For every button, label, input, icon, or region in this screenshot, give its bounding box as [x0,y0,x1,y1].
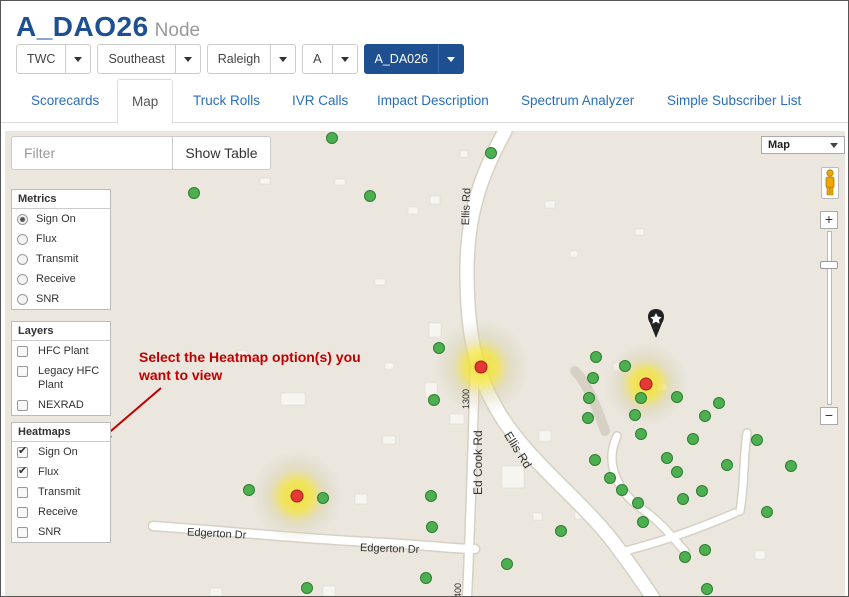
metric-option-label: SNR [36,293,60,305]
metric-option-receive[interactable]: Receive [12,269,110,289]
tab-map[interactable]: Map [117,79,174,124]
radio-icon[interactable] [17,294,28,305]
heatmaps-panel-title: Heatmaps [12,423,110,442]
tab-spectrum-analyzer[interactable]: Spectrum Analyzer [521,79,634,123]
chevron-down-icon[interactable] [439,45,463,73]
radio-icon[interactable] [17,274,28,285]
metrics-panel: Metrics Sign On Flux Transmit Receive SN… [11,189,111,310]
road-label-400: 400 [453,582,463,597]
layers-panel: Layers HFC Plant Legacy HFC Plant NEXRAD [11,321,111,416]
chevron-down-icon[interactable] [176,45,200,73]
tab-ivr-calls[interactable]: IVR Calls [292,79,348,123]
tab-bar: Scorecards Map Truck Rolls IVR Calls Imp… [1,79,848,124]
tab-impact-description[interactable]: Impact Description [377,79,489,123]
layer-option-legacy-hfc-plant[interactable]: Legacy HFC Plant [12,361,110,395]
heatmap-option-label: Transmit [38,486,81,498]
checkbox-icon[interactable] [17,444,28,458]
heatmap-option-snr[interactable]: SNR [12,522,110,542]
region-select[interactable]: Southeast [97,44,201,74]
chevron-down-icon[interactable] [66,45,90,73]
metric-option-flux[interactable]: Flux [12,229,110,249]
heatmap-option-label: SNR [38,526,62,538]
road-label-ed-cook-rd: Ed Cook Rd [471,430,485,495]
street-view-pegman-icon[interactable] [821,167,839,199]
hub-select-label: A [303,45,333,73]
location-pin-icon [648,309,664,338]
radio-icon[interactable] [17,214,28,225]
metric-option-label: Receive [36,273,76,285]
region-select-label: Southeast [98,45,176,73]
layer-option-label: Legacy HFC Plant [38,365,100,391]
filter-input[interactable]: Filter [11,136,173,170]
metrics-panel-title: Metrics [12,190,110,209]
layer-option-label: HFC Plant [38,345,89,357]
layer-option-nexrad[interactable]: NEXRAD [12,395,110,415]
show-table-button[interactable]: Show Table [172,136,271,170]
radio-icon[interactable] [17,234,28,245]
heatmap-option-label: Receive [38,506,78,518]
checkbox-icon[interactable] [17,464,28,478]
zoom-slider-track[interactable] [827,231,832,405]
chevron-down-icon[interactable] [333,45,357,73]
metric-option-label: Transmit [36,253,79,265]
checkbox-icon[interactable] [17,400,28,411]
tab-scorecards[interactable]: Scorecards [31,79,99,123]
company-select-label: TWC [17,45,67,73]
road-label-ellis-rd: Ellis Rd [460,187,474,226]
metric-option-snr[interactable]: SNR [12,289,110,309]
checkbox-icon[interactable] [17,527,28,538]
node-select-label: A_DA026 [365,45,440,73]
heatmap-annotation: Select the Heatmap option(s) you want to… [139,349,361,383]
checkbox-icon[interactable] [17,487,28,498]
market-select[interactable]: Raleigh [206,44,297,74]
market-select-label: Raleigh [208,45,272,73]
road-label-1300: 1300 [461,388,471,409]
layers-panel-title: Layers [12,322,110,341]
checkbox-icon[interactable] [17,346,28,357]
zoom-in-button[interactable]: + [820,211,838,229]
checkbox-icon[interactable] [17,507,28,518]
map-roads [99,131,797,596]
app-window: A_DAO26 Node TWC Southeast Raleigh A A_D… [0,0,849,597]
zoom-out-button[interactable]: − [820,407,838,425]
road-label-edgerton-dr-2: Edgerton Dr [359,541,420,557]
checkbox-icon[interactable] [17,366,28,377]
heatmap-option-sign-on[interactable]: Sign On [12,442,110,462]
heatmap-option-label: Flux [38,466,59,478]
layer-option-hfc-plant[interactable]: HFC Plant [12,341,110,361]
map-type-select[interactable]: Map [761,136,845,154]
zoom-slider-handle[interactable] [820,261,838,269]
tab-simple-subscriber-list[interactable]: Simple Subscriber List [667,79,801,123]
node-select[interactable]: A_DA026 [363,44,465,74]
heatmap-option-label: Sign On [38,446,78,458]
tab-truck-rolls[interactable]: Truck Rolls [193,79,260,123]
node-header: A_DAO26 Node [16,11,200,45]
heatmap-option-flux[interactable]: Flux [12,462,110,482]
node-subtitle: Node [154,20,201,41]
node-title: A_DAO26 [16,11,149,42]
heatmap-option-receive[interactable]: Receive [12,502,110,522]
hierarchy-selectors: TWC Southeast Raleigh A A_DA026 [16,44,465,74]
map-canvas[interactable]: Ellis Rd Ellis Rd Ed Cook Rd 1300 400 Ed… [5,131,845,597]
metric-option-sign-on[interactable]: Sign On [12,209,110,229]
company-select[interactable]: TWC [16,44,92,74]
metric-option-label: Sign On [36,213,76,225]
radio-icon[interactable] [17,254,28,265]
heatmap-option-transmit[interactable]: Transmit [12,482,110,502]
heatmaps-panel: Heatmaps Sign On Flux Transmit Receive S… [11,422,111,543]
chevron-down-icon[interactable] [271,45,295,73]
layer-option-label: NEXRAD [38,399,84,411]
metric-option-transmit[interactable]: Transmit [12,249,110,269]
metric-option-label: Flux [36,233,57,245]
hub-select[interactable]: A [302,44,358,74]
